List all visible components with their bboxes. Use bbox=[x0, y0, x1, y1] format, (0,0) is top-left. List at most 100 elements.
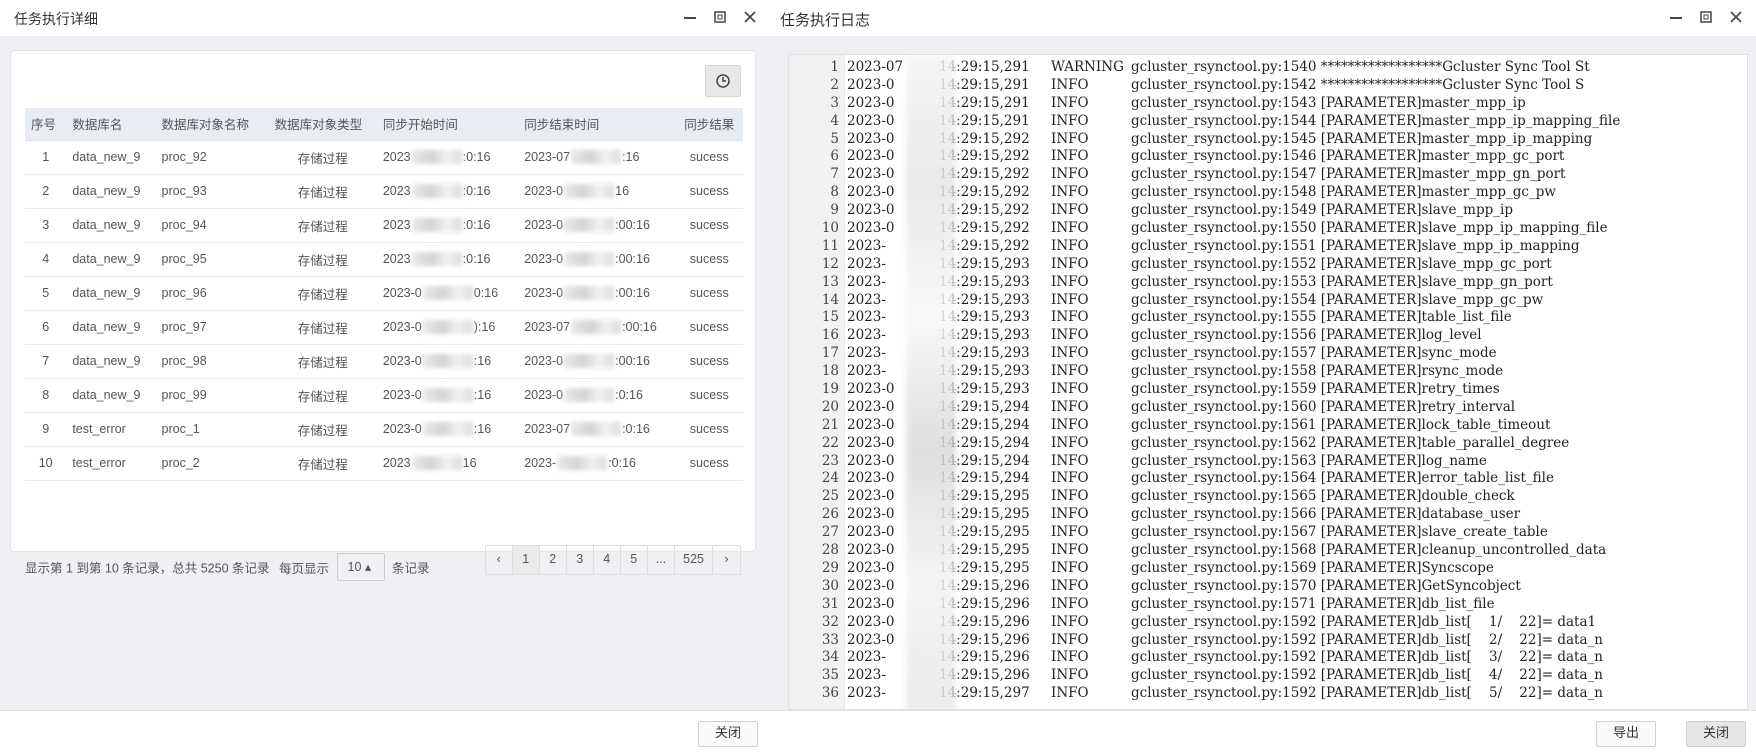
col-result[interactable]: 同步结果 bbox=[675, 108, 743, 141]
cell-start: 2023-0:16 bbox=[376, 378, 519, 413]
col-no[interactable]: 序号 bbox=[25, 108, 67, 141]
maximize-icon[interactable] bbox=[708, 5, 732, 29]
cell-db: data_new_9 bbox=[66, 344, 156, 379]
table-row[interactable]: 10 test_error proc_2 存储过程 2023 16 2023-:0:16 su… bbox=[25, 446, 743, 481]
cell-db: data_new_9 bbox=[66, 310, 156, 345]
table-row[interactable]: 5 data_new_9 proc_96 存储过程 2023-0 0:16 2023-0:0… bbox=[25, 276, 743, 311]
clock-icon bbox=[716, 74, 730, 88]
history-button[interactable] bbox=[705, 65, 741, 97]
window-title: 任务执行日志 bbox=[780, 11, 871, 29]
cell-no: 8 bbox=[25, 378, 67, 413]
cell-end: 2023-:0:16 bbox=[518, 446, 676, 481]
close-icon[interactable] bbox=[738, 5, 762, 29]
close-button[interactable]: 关闭 bbox=[697, 721, 758, 747]
title-bar: 任务执行日志 bbox=[770, 0, 1756, 36]
table-row[interactable]: 3 data_new_9 proc_94 存储过程 2023:0:16 2023-0:00… bbox=[25, 208, 743, 243]
start-time-suffix: :16 bbox=[473, 421, 492, 436]
table-row[interactable]: 9 test_error proc_1 存储过程 2023-0:16 2023-07:0:… bbox=[25, 412, 743, 447]
redacted-region bbox=[564, 354, 615, 369]
cell-db: data_new_9 bbox=[66, 378, 156, 413]
per-page-select[interactable]: 10 ▴ bbox=[336, 553, 385, 581]
page-button[interactable]: 3 bbox=[567, 546, 594, 574]
log-level: INFO bbox=[1051, 398, 1089, 415]
col-end[interactable]: 同步结束时间 bbox=[518, 108, 676, 141]
log-message: gcluster_rsynctool.py:1557 [PARAMETER]sy… bbox=[1131, 345, 1497, 362]
col-start[interactable]: 同步开始时间 bbox=[376, 108, 519, 141]
log-message: gcluster_rsynctool.py:1560 [PARAMETER]re… bbox=[1131, 398, 1516, 415]
redacted-region bbox=[422, 286, 473, 301]
col-db[interactable]: 数据库名 bbox=[66, 108, 156, 141]
end-time-prefix: 2023-0 bbox=[524, 285, 564, 300]
page-button[interactable]: 5 bbox=[621, 546, 648, 574]
page-button[interactable]: 2 bbox=[540, 546, 567, 574]
log-message: gcluster_rsynctool.py:1592 [PARAMETER]db… bbox=[1131, 613, 1597, 630]
log-level: INFO bbox=[1051, 327, 1089, 344]
log-level: INFO bbox=[1051, 667, 1089, 684]
cell-no: 4 bbox=[25, 242, 67, 277]
log-viewer[interactable]: 1 2023-07 14:29:15,291 WARNING gcluster_rsyn… bbox=[788, 54, 1748, 710]
log-message: gcluster_rsynctool.py:1554 [PARAMETER]sl… bbox=[1131, 291, 1544, 308]
log-level: INFO bbox=[1051, 273, 1089, 290]
start-time-prefix: 2023-0 bbox=[382, 285, 422, 300]
page-button[interactable]: ... bbox=[648, 546, 676, 574]
close-icon[interactable] bbox=[1724, 5, 1748, 29]
window-title: 任务执行详细 bbox=[14, 12, 98, 28]
log-message: gcluster_rsynctool.py:1545 [PARAMETER]ma… bbox=[1131, 130, 1593, 147]
line-number: 4 bbox=[830, 112, 839, 129]
line-number: 27 bbox=[821, 524, 839, 541]
table-row[interactable]: 7 data_new_9 proc_98 存储过程 2023-0:16 2023-0:00… bbox=[25, 344, 743, 379]
table-row[interactable]: 4 data_new_9 proc_95 存储过程 2023:0:16 2023-0:00… bbox=[25, 242, 743, 277]
cell-start: 2023 16 bbox=[376, 446, 519, 481]
prev-page-button[interactable]: ‹ bbox=[486, 546, 513, 574]
table-row[interactable]: 1 data_new_9 proc_92 存储过程 2023:0:16 2023-07:1… bbox=[25, 140, 743, 175]
page-button[interactable]: 1 bbox=[512, 546, 540, 574]
redacted-region bbox=[422, 320, 473, 335]
col-obj[interactable]: 数据库对象名称 bbox=[155, 108, 269, 141]
log-message: gcluster_rsynctool.py:1568 [PARAMETER]cl… bbox=[1131, 542, 1607, 559]
redacted-region bbox=[571, 320, 622, 335]
window-body: 序号 数据库名 数据库对象名称 数据库对象类型 同步开始时间 同步结束时间 同步… bbox=[0, 36, 770, 710]
end-time-suffix: :00:16 bbox=[615, 217, 650, 232]
log-message: gcluster_rsynctool.py:1570 [PARAMETER]Ge… bbox=[1131, 577, 1521, 594]
minimize-icon[interactable] bbox=[678, 5, 702, 29]
window-body: 1 2023-07 14:29:15,291 WARNING gcluster_rsyn… bbox=[770, 36, 1756, 710]
cell-result: sucess bbox=[675, 446, 743, 481]
per-page-suffix: 条记录 bbox=[391, 561, 430, 576]
page-button[interactable]: 525 bbox=[675, 546, 713, 574]
end-time-prefix: 2023-0 bbox=[524, 387, 564, 402]
cell-result: sucess bbox=[675, 310, 743, 345]
start-time-prefix: 2023 bbox=[382, 183, 411, 198]
minimize-icon[interactable] bbox=[1664, 5, 1688, 29]
cell-result: sucess bbox=[675, 174, 743, 209]
log-message: gcluster_rsynctool.py:1540 *************… bbox=[1131, 59, 1590, 75]
close-button[interactable]: 关闭 bbox=[1685, 721, 1746, 747]
cell-obj: proc_2 bbox=[155, 446, 269, 481]
col-type[interactable]: 数据库对象类型 bbox=[268, 108, 377, 141]
cell-no: 7 bbox=[25, 344, 67, 379]
cell-no: 2 bbox=[25, 174, 67, 209]
end-time-suffix: :16 bbox=[622, 149, 640, 164]
start-time-suffix: ):16 bbox=[473, 319, 496, 334]
page-button[interactable]: 4 bbox=[594, 546, 621, 574]
cell-end: 2023-07:00:16 bbox=[518, 310, 676, 345]
table-row[interactable]: 8 data_new_9 proc_99 存储过程 2023-0:16 2023-0:0:… bbox=[25, 378, 743, 413]
line-number: 13 bbox=[821, 273, 839, 290]
log-message: gcluster_rsynctool.py:1562 [PARAMETER]ta… bbox=[1131, 434, 1570, 451]
detail-panel: 序号 数据库名 数据库对象名称 数据库对象类型 同步开始时间 同步结束时间 同步… bbox=[10, 50, 756, 581]
log-level: INFO bbox=[1051, 291, 1089, 308]
cell-no: 10 bbox=[25, 446, 67, 481]
cell-type: 存储过程 bbox=[268, 208, 377, 243]
cell-start: 2023-0:16 bbox=[376, 344, 519, 379]
table-row[interactable]: 6 data_new_9 proc_97 存储过程 2023-0):16 2023-07:… bbox=[25, 310, 743, 345]
line-number: 20 bbox=[821, 398, 839, 415]
cell-obj: proc_94 bbox=[155, 208, 269, 243]
table-row[interactable]: 2 data_new_9 proc_93 存储过程 2023:0:16 2023-0 16 s… bbox=[25, 174, 743, 209]
export-button[interactable]: 导出 bbox=[1595, 721, 1656, 747]
redacted-region bbox=[422, 354, 473, 369]
next-page-button[interactable]: › bbox=[713, 546, 740, 574]
line-number: 22 bbox=[821, 434, 839, 451]
redacted-region bbox=[571, 150, 622, 165]
log-level: INFO bbox=[1051, 112, 1089, 129]
start-time-suffix: :16 bbox=[473, 353, 492, 368]
maximize-icon[interactable] bbox=[1694, 5, 1718, 29]
